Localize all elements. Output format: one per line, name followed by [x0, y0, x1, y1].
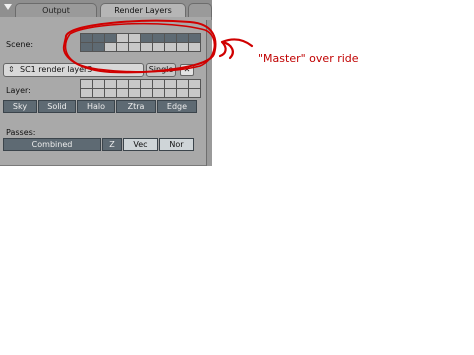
screenshot-root: Output Render Layers Scene: ⇕ SC1 render…: [0, 0, 474, 355]
highlight-ellipse-overstroke: [64, 22, 215, 73]
annotation-text: "Master" over ride: [258, 52, 359, 65]
arrow-icon: [218, 38, 254, 60]
annotation-drawing: [62, 19, 254, 74]
